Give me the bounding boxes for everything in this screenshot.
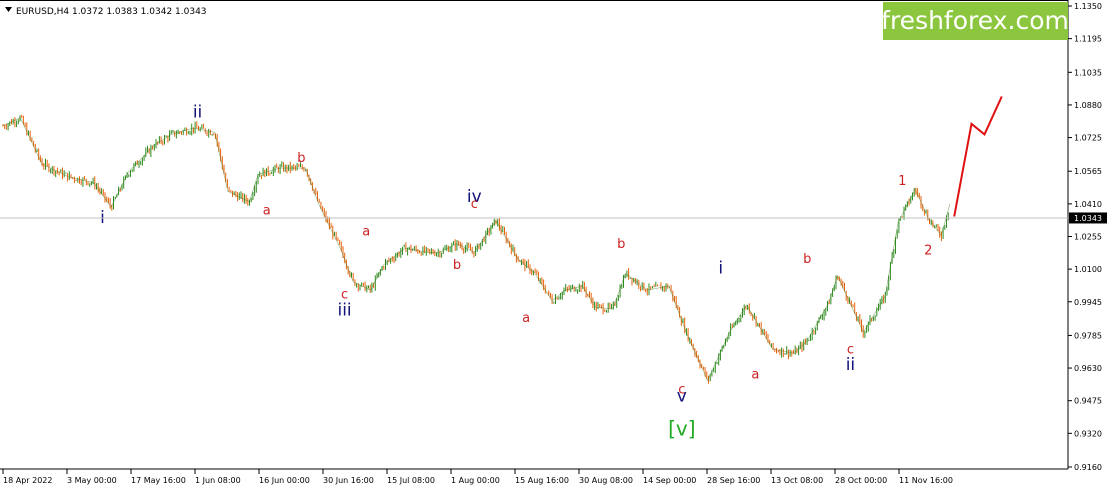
x-tick-label: 28 Oct 00:00 [835, 476, 887, 485]
y-tick-label: 1.0725 [1074, 134, 1102, 143]
x-tick-label: 17 May 16:00 [131, 476, 186, 485]
wave-label-navy: iii [337, 300, 351, 320]
wave-label-red: b [803, 252, 811, 267]
chart-header: EURUSD,H4 1.0372 1.0383 1.0342 1.0343 [5, 7, 207, 17]
wave-label-navy: ii [846, 355, 855, 375]
y-tick-label: 1.0880 [1074, 101, 1102, 110]
current-price-label: 1.0343 [1074, 214, 1102, 223]
wave-label-red: b [297, 151, 305, 166]
wave-label-red: a [522, 311, 530, 326]
wave-label-red: c [471, 197, 478, 212]
y-tick-label: 1.1350 [1074, 2, 1102, 11]
x-tick-label: 16 Jun 00:00 [259, 476, 310, 485]
wave-label-red: a [751, 368, 759, 383]
x-tick-label: 3 May 00:00 [67, 476, 117, 485]
y-tick-label: 1.0100 [1074, 265, 1102, 274]
y-tick-label: 0.9630 [1074, 364, 1102, 373]
y-tick-label: 0.9945 [1074, 298, 1102, 307]
wave-label-red: c [678, 382, 685, 397]
x-tick-label: 13 Oct 08:00 [771, 476, 823, 485]
x-tick-label: 11 Nov 16:00 [899, 476, 953, 485]
symbol-ohlc-text: EURUSD,H4 1.0372 1.0383 1.0342 1.0343 [16, 7, 207, 17]
wave-label-red: c [847, 342, 854, 357]
wave-label-green: [v] [668, 416, 695, 440]
x-tick-label: 28 Sep 16:00 [707, 476, 760, 485]
y-tick-label: 0.9475 [1074, 397, 1102, 406]
brand-badge[interactable]: freshforex.com [881, 2, 1069, 40]
chart-background [0, 0, 1111, 492]
wave-label-red: b [617, 237, 625, 252]
y-tick-label: 1.0410 [1074, 200, 1102, 209]
x-tick-label: 1 Jun 08:00 [195, 476, 241, 485]
wave-label-red: b [453, 258, 461, 273]
y-tick-label: 1.0255 [1074, 233, 1102, 242]
price-chart[interactable]: iiiiiiivviii[v]abacbcabcabc12 1.13501.11… [0, 0, 1111, 492]
x-tick-label: 30 Jun 16:00 [323, 476, 374, 485]
y-tick-label: 0.9320 [1074, 429, 1102, 438]
x-tick-label: 18 Apr 2022 [3, 476, 52, 485]
y-tick-label: 0.9160 [1074, 463, 1102, 472]
y-tick-label: 0.9785 [1074, 331, 1102, 340]
y-axis: 1.1350 1.1195 1.1035 1.0880 1.0725 1.0565 1.04… [1068, 2, 1102, 472]
y-tick-label: 1.1035 [1074, 68, 1102, 77]
x-tick-label: 15 Aug 16:00 [515, 476, 569, 485]
y-tick-label: 1.1195 [1074, 35, 1102, 44]
wave-label-red: a [362, 224, 370, 239]
wave-label-red: c [341, 288, 348, 303]
wave-label-red: a [263, 203, 271, 218]
x-tick-label: 15 Jul 08:00 [387, 476, 435, 485]
wave-label-navy: ii [193, 103, 202, 123]
x-tick-label: 1 Aug 00:00 [451, 476, 500, 485]
wave-label-navy: i [718, 258, 723, 278]
brand-logo-text: freshforex.com [881, 6, 1069, 35]
y-tick-label: 1.0565 [1074, 167, 1102, 176]
wave-label-red: 1 [898, 174, 906, 189]
wave-label-red: 2 [924, 243, 932, 258]
x-tick-label: 30 Aug 08:00 [579, 476, 633, 485]
x-tick-label: 14 Sep 00:00 [643, 476, 696, 485]
